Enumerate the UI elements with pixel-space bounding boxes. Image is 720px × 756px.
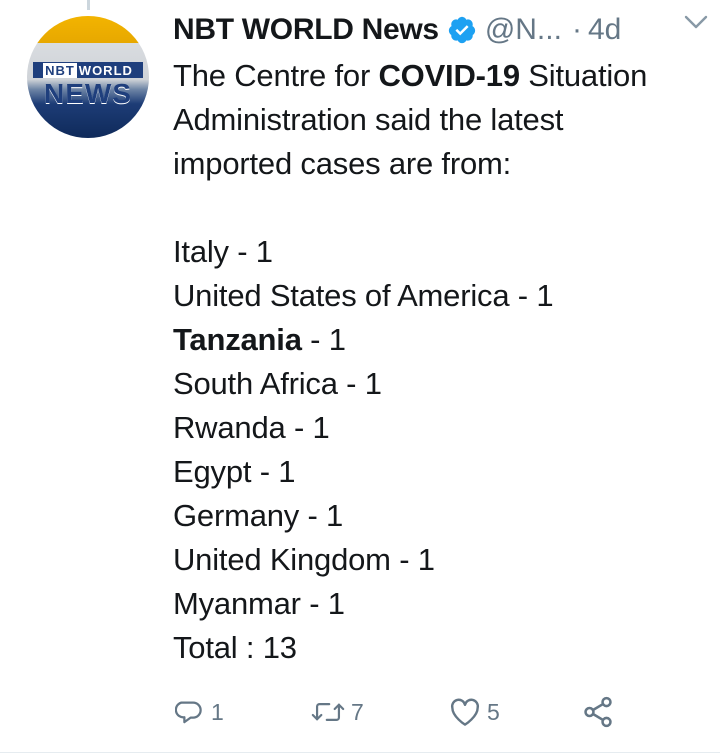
- avatar-logo-nbt: NBT: [43, 62, 77, 78]
- country-line: South Africa - 1: [173, 362, 703, 406]
- country-name: Germany: [173, 498, 300, 533]
- text-segment: Situation: [519, 58, 648, 93]
- avatar[interactable]: NBT WORLD NEWS: [27, 16, 149, 138]
- total-line: Total : 13: [173, 630, 297, 665]
- country-count: - 1: [285, 410, 330, 445]
- country-name: Myanmar: [173, 586, 301, 621]
- avatar-logo-world: WORLD: [78, 62, 133, 78]
- country-name: United States of America: [173, 278, 510, 313]
- tweet-header: NBT WORLD News @N... · 4d: [173, 8, 703, 52]
- tweet-divider: [0, 752, 720, 753]
- reply-button[interactable]: 1: [175, 690, 224, 734]
- reply-icon: [175, 697, 205, 727]
- country-line: Egypt - 1: [173, 450, 703, 494]
- thread-connector-line: [87, 0, 90, 10]
- retweet-count: 7: [351, 698, 364, 725]
- tweet-text: The Centre for COVID-19 Situation Admini…: [173, 54, 703, 670]
- country-count: - 1: [390, 542, 435, 577]
- country-line: United States of America - 1: [173, 274, 703, 318]
- tweet-text-line: imported cases are from:: [173, 146, 512, 181]
- share-icon: [581, 695, 615, 729]
- country-name: Egypt: [173, 454, 252, 489]
- country-count: - 1: [509, 278, 554, 313]
- country-line: Rwanda - 1: [173, 406, 703, 450]
- chevron-down-icon[interactable]: [684, 14, 708, 30]
- country-name: Rwanda: [173, 410, 286, 445]
- tweet-timestamp[interactable]: 4d: [588, 13, 621, 47]
- author-name[interactable]: NBT WORLD News: [173, 13, 439, 47]
- share-button[interactable]: [581, 690, 615, 734]
- country-name: United Kingdom: [173, 542, 391, 577]
- tweet-actions: 1 7 5: [173, 690, 633, 734]
- like-button[interactable]: 5: [449, 690, 500, 734]
- country-line: Italy - 1: [173, 230, 703, 274]
- country-name: Italy: [173, 234, 229, 269]
- country-count: - 1: [300, 586, 345, 621]
- like-count: 5: [487, 698, 500, 725]
- country-count: - 1: [301, 322, 346, 357]
- country-count: - 1: [337, 366, 382, 401]
- reply-count: 1: [211, 698, 224, 725]
- hashtag-covid19[interactable]: COVID-19: [378, 58, 520, 93]
- country-line: Germany - 1: [173, 494, 703, 538]
- author-handle[interactable]: @N...: [485, 13, 562, 47]
- country-count: - 1: [251, 454, 296, 489]
- country-count: - 1: [299, 498, 344, 533]
- country-name-highlighted[interactable]: Tanzania: [173, 322, 302, 357]
- retweet-icon: [311, 697, 345, 727]
- country-line: Tanzania - 1: [173, 318, 703, 362]
- separator-dot: ·: [571, 13, 582, 46]
- heart-icon: [449, 697, 481, 727]
- country-count: - 1: [228, 234, 273, 269]
- avatar-logo-top: NBT WORLD: [33, 62, 143, 78]
- avatar-logo-news: NEWS: [44, 78, 132, 109]
- verified-badge-icon: [447, 15, 477, 45]
- tweet-text-line: Administration said the latest: [173, 102, 564, 137]
- tweet-text-line: The Centre for COVID-19 Situation: [173, 54, 703, 98]
- country-line: United Kingdom - 1: [173, 538, 703, 582]
- retweet-button[interactable]: 7: [311, 690, 364, 734]
- country-name: South Africa: [173, 366, 338, 401]
- text-segment: The Centre for: [173, 58, 379, 93]
- country-line: Myanmar - 1: [173, 582, 703, 626]
